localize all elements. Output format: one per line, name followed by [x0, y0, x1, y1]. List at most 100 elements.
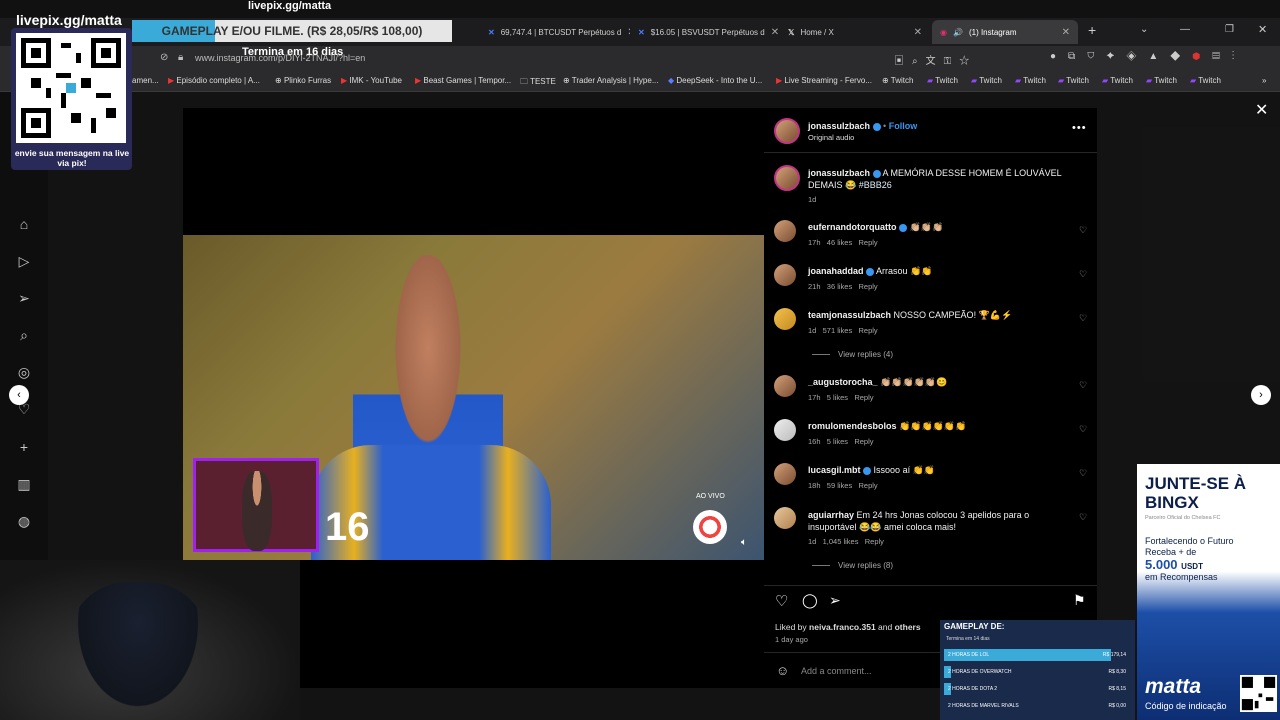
liked-by-others[interactable]: others	[895, 622, 921, 632]
reels-icon[interactable]: ▷	[16, 253, 32, 269]
dashboard-icon[interactable]: ▥	[16, 476, 32, 492]
avatar[interactable]	[774, 308, 796, 330]
minimize-icon[interactable]: —	[1180, 24, 1190, 35]
liked-by-user[interactable]: neiva.franco.351	[809, 622, 876, 632]
lock-icon[interactable]: 🔒︎	[178, 52, 183, 63]
comment-username[interactable]: lucasgil.mbt	[808, 465, 861, 475]
extension-icon[interactable]: ▲	[1148, 51, 1170, 62]
comment-likes[interactable]: 36 likes	[827, 282, 852, 291]
reply-button[interactable]: Reply	[854, 393, 873, 402]
reply-button[interactable]: Reply	[865, 537, 884, 546]
bookmark-item[interactable]: ▰ Twitch	[927, 76, 958, 85]
bookmark-item[interactable]: ▰ Twitch	[971, 76, 1002, 85]
reply-button[interactable]: Reply	[854, 437, 873, 446]
translate-icon[interactable]: 文	[926, 56, 944, 67]
author-username[interactable]: jonassulzbach	[808, 121, 870, 131]
bookmark-folder[interactable]: 🗀 TESTE	[520, 76, 556, 90]
comment-likes[interactable]: 46 likes	[827, 238, 852, 247]
blocked-icon[interactable]: ⊘	[160, 52, 168, 63]
like-comment-icon[interactable]: ♡	[1079, 380, 1087, 391]
explore-icon[interactable]: ◎	[16, 364, 32, 380]
send-icon[interactable]: ➢	[16, 290, 32, 306]
hashtag-link[interactable]: #BBB26	[859, 180, 892, 190]
create-icon[interactable]: +	[16, 439, 32, 455]
caption-username[interactable]: jonassulzbach	[808, 168, 870, 178]
search-icon[interactable]: ⌕	[16, 327, 32, 343]
bookmark-item[interactable]: ▶ Beast Games | Tempor...	[415, 76, 511, 85]
avatar[interactable]	[774, 375, 796, 397]
tab-x-home[interactable]: 𝕏 Home / X ✕	[780, 20, 930, 44]
bookmark-item[interactable]: ⊕ Plinko Furras	[275, 76, 331, 85]
next-post-button[interactable]: ›	[1251, 385, 1271, 405]
star-icon[interactable]: ☆	[959, 56, 977, 67]
bookmarks-overflow-icon[interactable]: »	[1262, 76, 1266, 85]
comment-username[interactable]: teamjonassulzbach	[808, 310, 891, 320]
audio-label[interactable]: Original audio	[808, 133, 854, 142]
bookmark-icon[interactable]: ⚑	[1073, 592, 1086, 609]
follow-button[interactable]: Follow	[889, 121, 918, 131]
speaker-icon[interactable]: 🔊	[953, 28, 963, 37]
extension-icon[interactable]: ▤	[1212, 51, 1232, 62]
password-icon[interactable]: ⚿	[944, 56, 960, 67]
menu-icon[interactable]: ⋮	[1232, 51, 1247, 62]
avatar[interactable]	[774, 419, 796, 441]
tab-bsvusdt[interactable]: ✕ $16.05 | BSVUSDT Perpétuos d ✕	[630, 20, 780, 44]
like-comment-icon[interactable]: ♡	[1079, 313, 1087, 324]
comment-likes[interactable]: 1,045 likes	[823, 537, 859, 546]
comment-likes[interactable]: 571 likes	[823, 326, 853, 335]
restore-icon[interactable]: ❐	[1225, 24, 1234, 35]
comment-likes[interactable]: 59 likes	[827, 481, 852, 490]
like-comment-icon[interactable]: ♡	[1079, 512, 1087, 523]
zoom-icon[interactable]: ⌕	[912, 56, 926, 67]
close-modal-icon[interactable]: ✕	[1255, 100, 1268, 120]
view-replies-button[interactable]: View replies (4)	[812, 350, 893, 359]
reply-button[interactable]: Reply	[858, 481, 877, 490]
comment-username[interactable]: joanahaddad	[808, 266, 864, 276]
close-icon[interactable]: ✕	[1062, 27, 1070, 38]
comment-username[interactable]: _augustorocha_	[808, 377, 878, 387]
bookmark-item[interactable]: ▶ IMK - YouTube	[341, 76, 402, 85]
like-comment-icon[interactable]: ♡	[1079, 468, 1087, 479]
comment-username[interactable]: romulomendesbolos	[808, 421, 897, 431]
avatar[interactable]	[774, 463, 796, 485]
avatar[interactable]	[774, 165, 800, 191]
extension-icon[interactable]: ✦	[1106, 51, 1126, 62]
mute-icon[interactable]: 🔈︎	[741, 537, 747, 548]
avatar[interactable]	[774, 220, 796, 242]
like-comment-icon[interactable]: ♡	[1079, 225, 1087, 236]
like-comment-icon[interactable]: ♡	[1079, 269, 1087, 280]
chevron-down-icon[interactable]: ⌄	[1140, 24, 1148, 35]
new-tab-button[interactable]: +	[1088, 22, 1096, 38]
bookmark-item[interactable]: ⊕ Trader Analysis | Hype...	[563, 76, 658, 85]
more-options-icon[interactable]: •••	[1072, 122, 1087, 134]
comment-likes[interactable]: 5 likes	[827, 437, 848, 446]
reply-button[interactable]: Reply	[858, 326, 877, 335]
bookmark-item[interactable]: ▰ Twitch	[1146, 76, 1177, 85]
avatar[interactable]	[774, 118, 800, 144]
close-icon[interactable]: ✕	[914, 27, 922, 38]
profile-icon[interactable]: ◍	[16, 513, 32, 529]
like-icon[interactable]: ♡	[775, 592, 788, 610]
comment-icon[interactable]: ◯	[802, 592, 818, 609]
reel-video[interactable]: 16 AO VIVO 🔈︎	[183, 235, 764, 560]
bookmark-item[interactable]: ◆ DeepSeek - Into the U...	[668, 76, 762, 85]
reply-button[interactable]: Reply	[858, 282, 877, 291]
comment-username[interactable]: eufernandotorquatto	[808, 222, 897, 232]
extension-g-icon[interactable]: ●	[1050, 51, 1068, 62]
like-comment-icon[interactable]: ♡	[1079, 424, 1087, 435]
avatar[interactable]	[774, 507, 796, 529]
emoji-icon[interactable]: ☺	[776, 663, 789, 678]
bookmark-item[interactable]: ▰ Twitch	[1190, 76, 1221, 85]
bookmark-item[interactable]: ⊕ Twitch	[882, 76, 913, 85]
shield-icon[interactable]: ⛉	[1087, 51, 1106, 62]
screen-share-icon[interactable]: ▣	[894, 56, 912, 67]
view-replies-button[interactable]: View replies (8)	[812, 561, 893, 570]
puzzle-icon[interactable]: ⧉	[1068, 51, 1087, 62]
avatar[interactable]	[774, 264, 796, 286]
close-icon[interactable]: ✕	[771, 27, 779, 38]
bookmark-item[interactable]: ▰ Twitch	[1102, 76, 1133, 85]
bookmark-item[interactable]: ▶ Episódio completo | A...	[168, 76, 260, 85]
tab-btcusdt[interactable]: ✕ 69,747.4 | BTCUSDT Perpétuos d ✕	[480, 20, 630, 44]
adblock-icon[interactable]: ⬢	[1192, 51, 1212, 62]
tab-instagram[interactable]: ◉ 🔊 (1) Instagram ✕	[932, 20, 1078, 44]
